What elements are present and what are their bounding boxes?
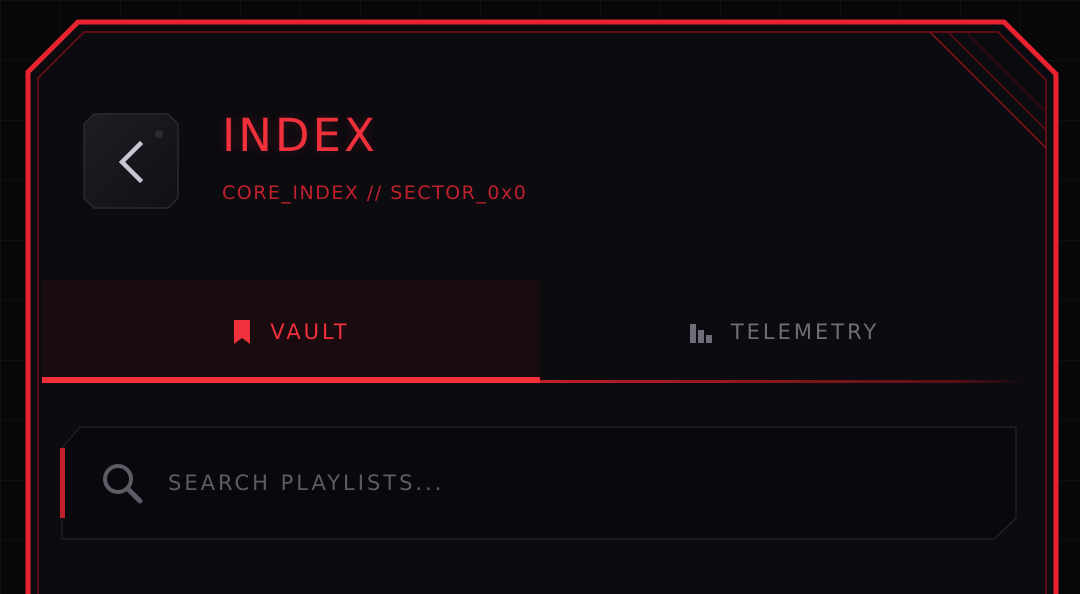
tab-telemetry-label: TELEMETRY: [730, 320, 880, 344]
active-tab-indicator: [42, 377, 540, 383]
tab-vault[interactable]: VAULT: [42, 280, 540, 384]
back-button[interactable]: [82, 112, 180, 210]
app-root: INDEX CORE_INDEX // SECTOR_0x0 VAULT TEL…: [0, 0, 1080, 594]
tab-bar: VAULT TELEMETRY: [42, 280, 1028, 384]
page-title: INDEX: [222, 109, 378, 162]
search-box[interactable]: [60, 426, 1020, 540]
bar-chart-icon: [689, 320, 713, 344]
search-icon: [100, 461, 144, 505]
page-subtitle: CORE_INDEX // SECTOR_0x0: [222, 182, 528, 204]
bookmark-icon: [232, 319, 252, 345]
tab-vault-label: VAULT: [270, 320, 350, 344]
tab-divider-line: [540, 380, 1028, 383]
search-input[interactable]: [160, 462, 996, 504]
tab-telemetry[interactable]: TELEMETRY: [540, 280, 1028, 384]
